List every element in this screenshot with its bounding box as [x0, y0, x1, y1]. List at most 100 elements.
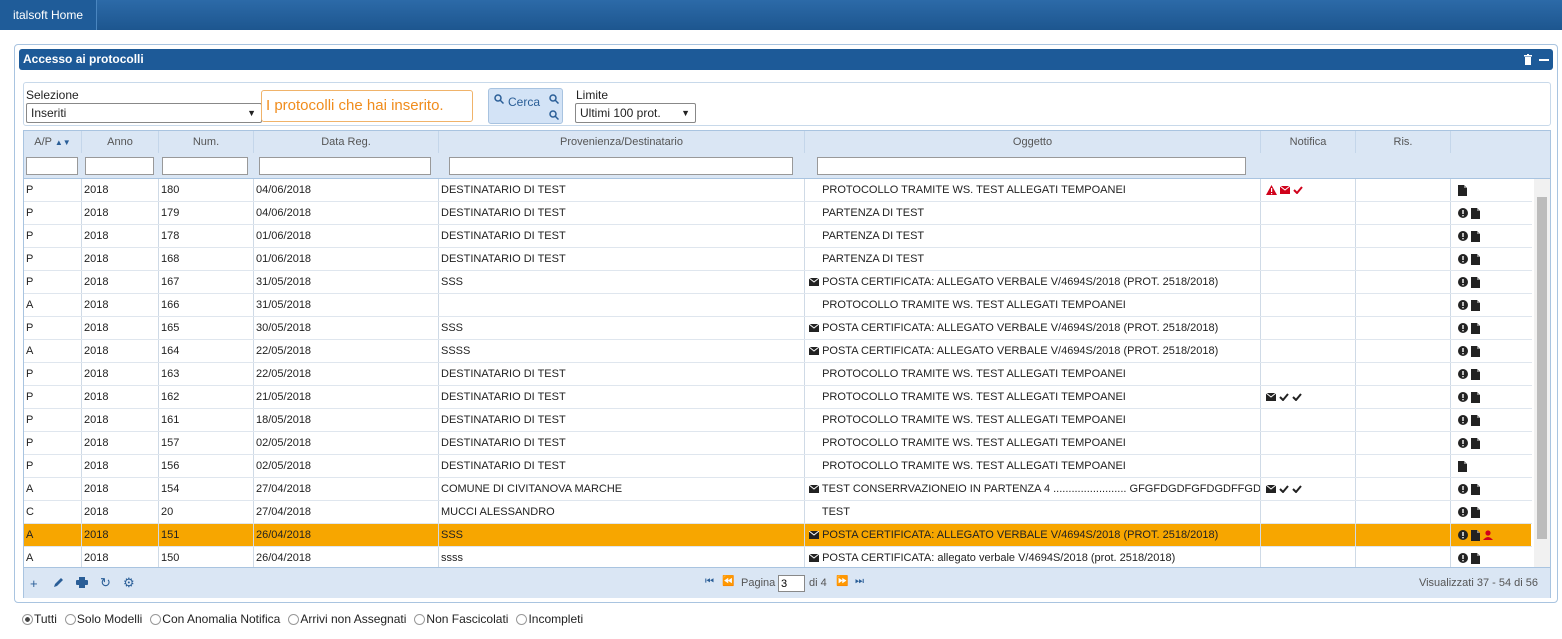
radio-option[interactable]: Con Anomalia Notifica	[150, 612, 280, 626]
cell-ap: P	[24, 225, 82, 247]
first-page-icon[interactable]: ⏮	[705, 576, 714, 587]
table-row[interactable]: P 2018 157 02/05/2018 DESTINATARIO DI TEST P…	[24, 432, 1532, 455]
col-num[interactable]: Num.	[159, 131, 254, 153]
table-row[interactable]: P 2018 165 30/05/2018 SSS POSTA CERTIFICATA:…	[24, 317, 1532, 340]
alert-icon[interactable]	[1458, 415, 1468, 426]
cell-num: 156	[159, 455, 254, 477]
filter-provenienza-input[interactable]	[449, 157, 793, 175]
document-icon[interactable]	[1458, 460, 1467, 472]
table-row[interactable]: A 2018 166 31/05/2018 PROTOCOLLO TRAMITE WS…	[24, 294, 1532, 317]
document-icon[interactable]	[1471, 437, 1481, 449]
alert-icon[interactable]	[1458, 438, 1468, 449]
radio-unchecked-icon[interactable]	[150, 614, 162, 626]
alert-icon[interactable]	[1458, 507, 1468, 518]
alert-icon[interactable]	[1458, 392, 1468, 403]
radio-unchecked-icon[interactable]	[414, 614, 426, 626]
col-ap[interactable]: A/P ▲▼	[24, 131, 82, 153]
edit-icon[interactable]	[53, 577, 64, 588]
trash-icon[interactable]	[1523, 54, 1533, 65]
add-icon[interactable]: +	[30, 576, 38, 591]
next-page-icon[interactable]: ⏩	[836, 576, 848, 587]
print-icon[interactable]	[76, 577, 88, 588]
table-row[interactable]: P 2018 179 04/06/2018 DESTINATARIO DI TEST P…	[24, 202, 1532, 225]
tab-home[interactable]: italsoft Home	[0, 0, 98, 30]
table-row[interactable]: C 2018 20 27/04/2018 MUCCI ALESSANDRO TEST	[24, 501, 1532, 524]
alert-icon[interactable]	[1458, 323, 1468, 334]
radio-checked-icon[interactable]	[22, 614, 33, 626]
radio-unchecked-icon[interactable]	[516, 614, 528, 626]
document-icon[interactable]	[1471, 414, 1481, 426]
alert-icon[interactable]	[1458, 208, 1468, 219]
table-row[interactable]: P 2018 161 18/05/2018 DESTINATARIO DI TEST P…	[24, 409, 1532, 432]
radio-option[interactable]: Non Fascicolati	[414, 612, 508, 626]
filter-num-input[interactable]	[162, 157, 248, 175]
table-row[interactable]: P 2018 156 02/05/2018 DESTINATARIO DI TEST P…	[24, 455, 1532, 478]
table-row[interactable]: P 2018 178 01/06/2018 DESTINATARIO DI TEST P…	[24, 225, 1532, 248]
table-row[interactable]: P 2018 180 04/06/2018 DESTINATARIO DI TEST P…	[24, 179, 1532, 202]
scrollbar-thumb[interactable]	[1537, 197, 1547, 539]
radio-option[interactable]: Incompleti	[516, 612, 583, 626]
table-row[interactable]: P 2018 167 31/05/2018 SSS POSTA CERTIFICATA:…	[24, 271, 1532, 294]
filter-anno-input[interactable]	[85, 157, 154, 175]
col-anno[interactable]: Anno	[82, 131, 159, 153]
col-ris[interactable]: Ris.	[1356, 131, 1451, 153]
document-icon[interactable]	[1471, 230, 1481, 242]
document-icon[interactable]	[1471, 322, 1481, 334]
document-icon[interactable]	[1471, 483, 1481, 495]
table-row[interactable]: P 2018 162 21/05/2018 DESTINATARIO DI TEST P…	[24, 386, 1532, 409]
document-icon[interactable]	[1471, 276, 1481, 288]
refresh-icon[interactable]: ↻	[100, 575, 111, 591]
document-icon[interactable]	[1471, 368, 1481, 380]
table-row[interactable]: A 2018 154 27/04/2018 COMUNE DI CIVITANOVA M…	[24, 478, 1532, 501]
cerca-button[interactable]: Cerca	[488, 88, 563, 124]
filter-oggetto-input[interactable]	[817, 157, 1246, 175]
prev-page-icon[interactable]: ⏪	[722, 576, 734, 587]
alert-icon[interactable]	[1458, 553, 1468, 564]
table-row[interactable]: P 2018 163 22/05/2018 DESTINATARIO DI TEST P…	[24, 363, 1532, 386]
radio-option[interactable]: Tutti	[22, 612, 57, 626]
radio-option[interactable]: Arrivi non Assegnati	[288, 612, 406, 626]
document-icon[interactable]	[1471, 345, 1481, 357]
selezione-select[interactable]: Inseriti ▼	[26, 103, 262, 123]
alert-icon[interactable]	[1458, 254, 1468, 265]
document-icon[interactable]	[1471, 552, 1481, 564]
table-row[interactable]: A 2018 164 22/05/2018 SSSS POSTA CERTIFICATA…	[24, 340, 1532, 363]
col-data-reg[interactable]: Data Reg.	[254, 131, 439, 153]
cell-ris	[1356, 363, 1451, 385]
document-icon[interactable]	[1471, 391, 1481, 403]
table-row[interactable]: A 2018 151 26/04/2018 SSS POSTA CERTIFICATA:…	[24, 524, 1532, 547]
cell-ap: A	[24, 478, 82, 500]
document-icon[interactable]	[1458, 184, 1467, 196]
alert-icon[interactable]	[1458, 369, 1468, 380]
alert-icon[interactable]	[1458, 346, 1468, 357]
table-row[interactable]: A 2018 150 26/04/2018 ssss POSTA CERTIFICATA…	[24, 547, 1532, 567]
alert-icon[interactable]	[1458, 277, 1468, 288]
document-icon[interactable]	[1471, 529, 1481, 541]
filter-data-input[interactable]	[259, 157, 431, 175]
gear-icon[interactable]: ⚙	[123, 575, 135, 591]
page-input[interactable]	[778, 575, 805, 592]
col-oggetto[interactable]: Oggetto	[805, 131, 1261, 153]
alert-icon[interactable]	[1458, 231, 1468, 242]
document-icon[interactable]	[1471, 207, 1481, 219]
col-provenienza[interactable]: Provenienza/Destinatario	[439, 131, 805, 153]
cell-anno: 2018	[82, 455, 159, 477]
radio-unchecked-icon[interactable]	[288, 614, 300, 626]
radio-unchecked-icon[interactable]	[64, 614, 76, 626]
last-page-icon[interactable]: ⏭	[855, 576, 864, 587]
alert-icon[interactable]	[1458, 530, 1468, 541]
table-row[interactable]: P 2018 168 01/06/2018 DESTINATARIO DI TEST P…	[24, 248, 1532, 271]
minimize-icon[interactable]	[1539, 55, 1549, 65]
search-icon	[494, 94, 504, 104]
document-icon[interactable]	[1471, 506, 1481, 518]
alert-icon[interactable]	[1458, 300, 1468, 311]
radio-option[interactable]: Solo Modelli	[64, 612, 142, 626]
grid-scrollbar[interactable]	[1534, 179, 1550, 567]
limite-select[interactable]: Ultimi 100 prot. ▼	[575, 103, 696, 123]
document-icon[interactable]	[1471, 253, 1481, 265]
filter-ap-input[interactable]	[26, 157, 78, 175]
user-icon[interactable]	[1483, 530, 1494, 541]
document-icon[interactable]	[1471, 299, 1481, 311]
alert-icon[interactable]	[1458, 484, 1468, 495]
col-notifica[interactable]: Notifica	[1261, 131, 1356, 153]
